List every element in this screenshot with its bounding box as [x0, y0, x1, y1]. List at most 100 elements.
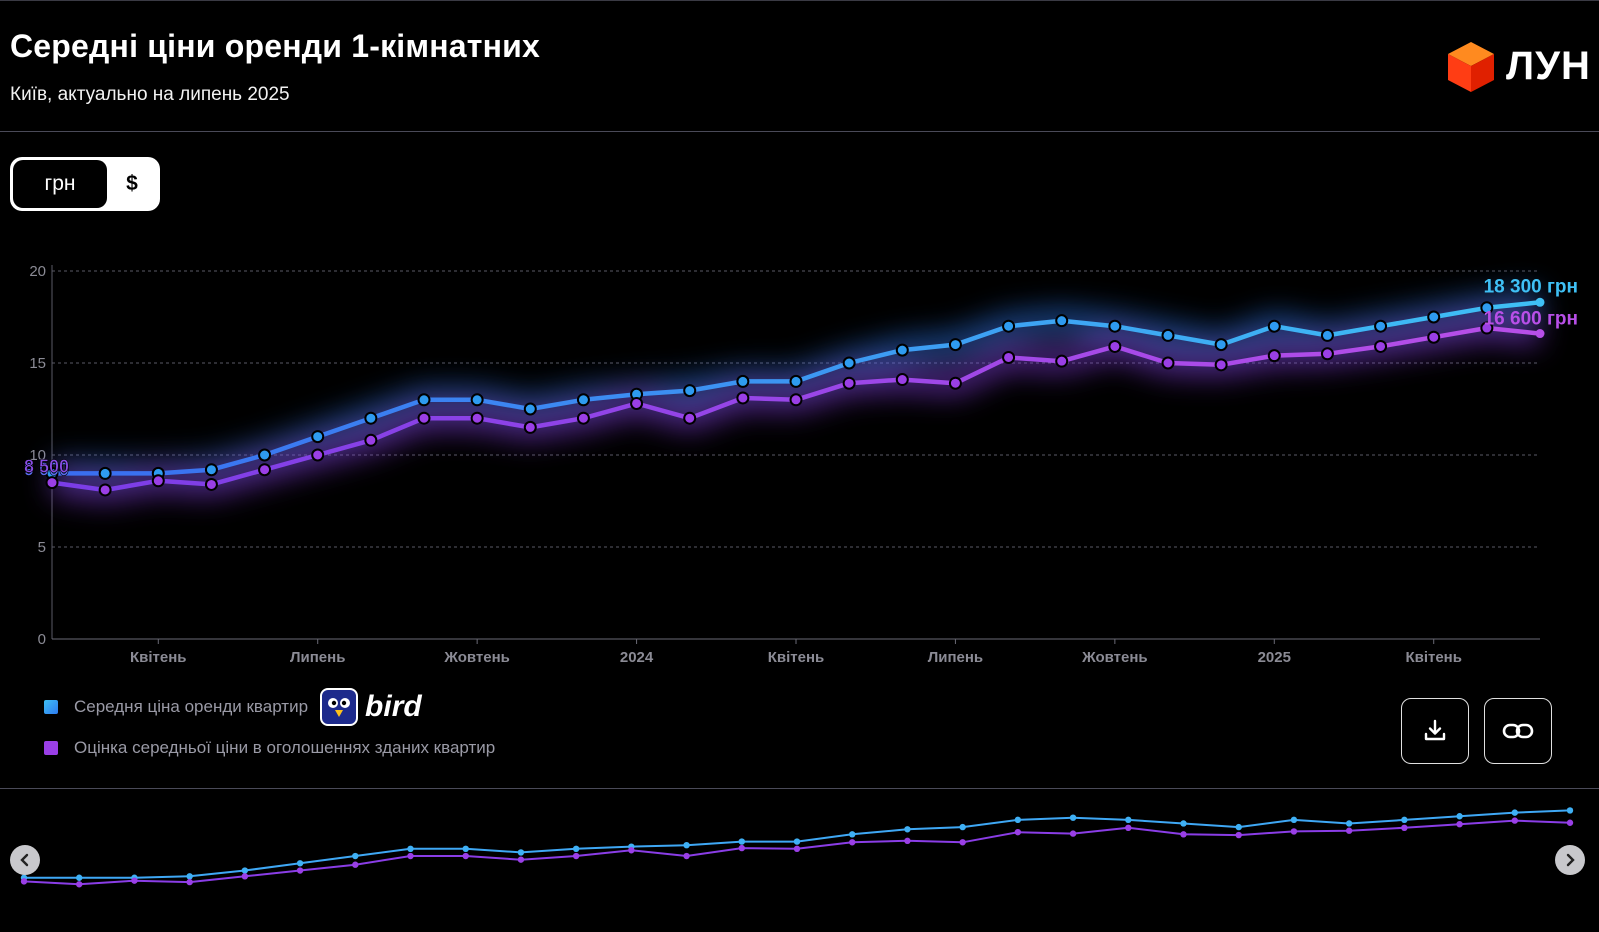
header: Середні ціни оренди 1-кімнатних Київ, ак…	[0, 0, 1599, 132]
navigator-point	[738, 838, 745, 845]
navigator-prev-button[interactable]	[10, 845, 40, 875]
link-icon	[1502, 723, 1534, 739]
data-point	[576, 411, 590, 425]
data-point	[98, 483, 112, 497]
data-point	[1267, 349, 1281, 363]
navigator-point	[683, 841, 690, 849]
data-point	[523, 420, 537, 434]
legend-swatch-purple	[44, 741, 58, 755]
download-icon	[1424, 719, 1446, 741]
data-point	[151, 474, 165, 488]
legend-item-rent-price[interactable]: Середня ціна оренди квартир bird	[44, 688, 422, 726]
legend-swatch-blue	[44, 700, 58, 714]
download-button[interactable]	[1401, 698, 1469, 764]
navigator-point	[296, 860, 304, 867]
start-value-label: 8 500	[24, 457, 69, 477]
data-point	[736, 374, 750, 388]
navigator-point	[131, 877, 138, 884]
data-point	[1267, 319, 1281, 333]
navigator-point	[407, 845, 414, 853]
navigator-point	[1125, 824, 1132, 832]
data-point	[1002, 319, 1016, 333]
currency-option-usd[interactable]: $	[107, 160, 157, 208]
navigator-point	[849, 831, 856, 838]
navigator-point	[462, 845, 469, 853]
navigator-point	[462, 852, 469, 860]
x-tick-label: Квітень	[130, 649, 187, 666]
data-point	[576, 393, 590, 407]
data-point	[1535, 297, 1545, 307]
data-point	[311, 430, 325, 444]
lun-logo[interactable]: ЛУН	[1446, 40, 1591, 94]
data-point	[1320, 347, 1334, 361]
cube-icon	[1448, 42, 1494, 92]
page-subtitle: Київ, актуально на липень 2025	[10, 84, 290, 105]
data-point	[311, 448, 325, 462]
data-point	[258, 463, 272, 477]
navigator-point	[1290, 816, 1298, 824]
chevron-right-icon	[1566, 853, 1575, 867]
data-point	[842, 356, 856, 370]
y-tick-label: 15	[29, 355, 46, 372]
x-tick-label: Липень	[928, 649, 983, 666]
legend-label: Оцінка середньої ціни в оголошеннях здан…	[74, 738, 496, 757]
navigator-point	[959, 839, 966, 846]
chevron-left-icon	[20, 853, 29, 867]
navigator-point	[1180, 831, 1187, 838]
data-point	[736, 391, 750, 405]
navigator-point	[1290, 828, 1298, 835]
data-point	[895, 373, 909, 387]
data-point	[630, 396, 644, 410]
navigator-point	[352, 861, 359, 868]
data-point	[1055, 354, 1069, 368]
legend-label: Середня ціна оренди квартир	[74, 697, 309, 716]
currency-option-uah[interactable]: грн	[13, 160, 107, 208]
data-point	[1427, 330, 1441, 344]
end-value-label: 18 300 грн	[1484, 276, 1578, 297]
data-point	[364, 411, 378, 425]
navigator-point	[793, 845, 801, 853]
data-point	[1427, 310, 1441, 324]
data-point	[470, 411, 484, 425]
data-point	[1161, 328, 1175, 342]
navigator-point	[572, 845, 580, 853]
data-point	[789, 393, 803, 407]
data-point	[948, 338, 962, 352]
range-navigator[interactable]	[0, 788, 1599, 932]
navigator-point	[186, 873, 193, 880]
data-point	[948, 376, 962, 390]
navigator-point	[1456, 813, 1463, 820]
data-point	[1214, 338, 1228, 352]
data-point	[1535, 329, 1545, 339]
navigator-point	[1345, 820, 1353, 827]
bird-icon	[320, 688, 359, 726]
y-tick-label: 0	[38, 631, 46, 648]
navigator-point	[296, 867, 304, 874]
x-tick-label: 2025	[1258, 649, 1291, 666]
navigator-point	[352, 852, 359, 860]
navigator-point	[1069, 814, 1077, 821]
copy-link-button[interactable]	[1484, 698, 1552, 764]
navigator-point	[1180, 820, 1187, 827]
navigator-point	[1014, 828, 1022, 836]
data-point	[1374, 339, 1388, 353]
navigator-point	[186, 878, 193, 886]
data-point	[789, 374, 803, 388]
navigator-point	[1566, 807, 1574, 814]
data-point	[417, 393, 431, 407]
data-point	[842, 376, 856, 390]
navigator-point	[628, 847, 635, 854]
data-point	[1055, 314, 1069, 328]
navigator-point	[1401, 816, 1408, 824]
data-point	[1374, 319, 1388, 333]
x-tick-label: Квітень	[1405, 649, 1462, 666]
legend-item-listing-estimate[interactable]: Оцінка середньої ціни в оголошеннях здан…	[44, 738, 495, 758]
navigator-point	[1235, 831, 1242, 839]
x-tick-label: Квітень	[768, 649, 825, 666]
data-point	[895, 343, 909, 357]
navigator-line-2	[23, 819, 1571, 886]
navigator-point	[1069, 830, 1077, 837]
navigator-next-button[interactable]	[1555, 845, 1585, 875]
navigator-point	[1345, 827, 1353, 834]
navigator-point	[738, 844, 745, 852]
